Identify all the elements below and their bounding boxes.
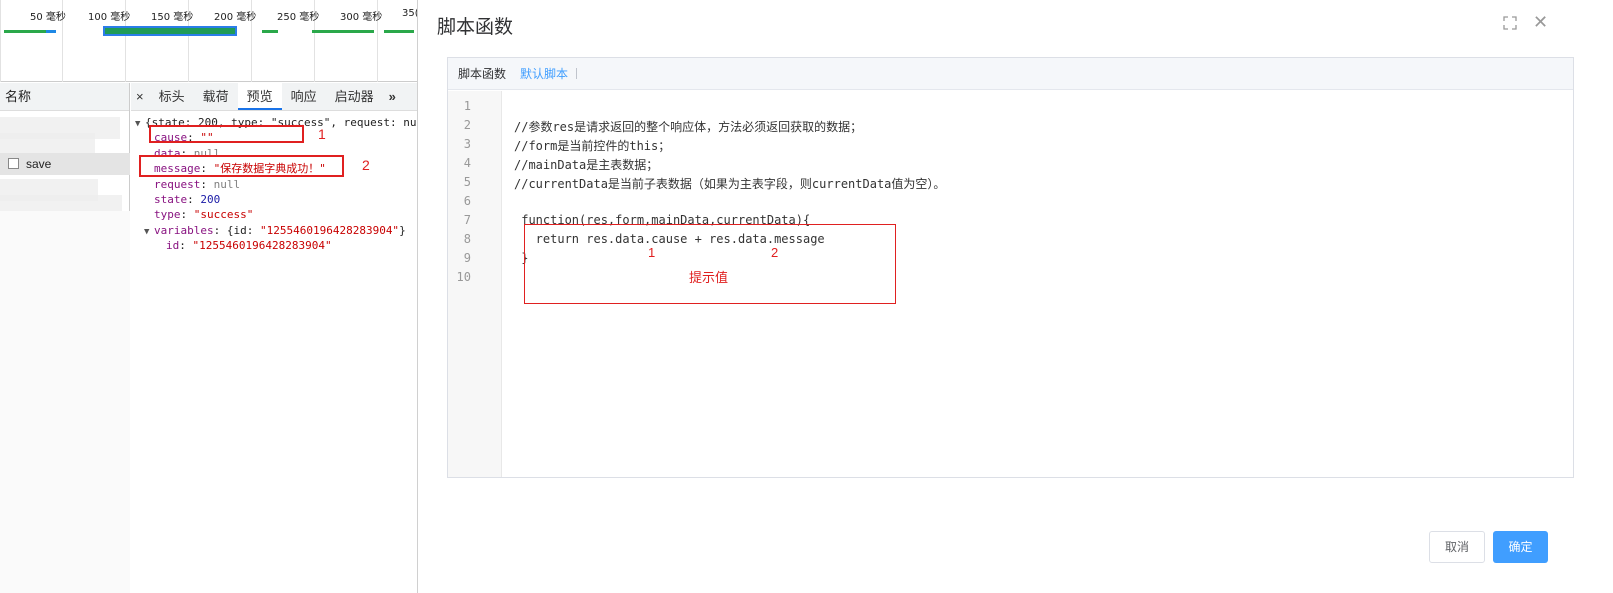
more-tabs-icon[interactable]: »: [383, 83, 402, 110]
timeline-tick-label: 100 毫秒: [88, 12, 131, 23]
tab-preview[interactable]: 预览: [237, 83, 282, 110]
network-timeline[interactable]: 50 毫秒 100 毫秒 150 毫秒 200 毫秒 250 毫秒 300 毫秒…: [0, 0, 418, 82]
tab-divider: [576, 68, 578, 79]
annotation-number: 2: [362, 157, 370, 173]
timeline-tick-label: 150 毫秒: [151, 12, 194, 23]
request-name-column: 名称 save: [0, 83, 130, 593]
timeline-tick-label: 300 毫秒: [340, 12, 383, 23]
tab-default-script[interactable]: 默认脚本: [520, 65, 568, 82]
annotation-number: 2: [771, 245, 779, 260]
line-number: 9: [463, 251, 471, 265]
timeline-tick-label: 50 毫秒: [30, 12, 66, 23]
tab-response[interactable]: 响应: [282, 83, 326, 110]
devtools-network-panel: 50 毫秒 100 毫秒 150 毫秒 200 毫秒 250 毫秒 300 毫秒…: [0, 0, 418, 593]
editor-tab-bar: 脚本函数 默认脚本: [448, 58, 1573, 90]
timeline-tick-label: 200 毫秒: [214, 12, 257, 23]
line-number: 7: [463, 213, 471, 227]
timeline-bar: [262, 30, 278, 33]
code-line: //参数res是请求返回的整个响应体，方法必须返回获取的数据；: [514, 120, 863, 134]
confirm-button[interactable]: 确定: [1493, 531, 1548, 563]
line-number: 5: [463, 175, 471, 189]
request-row-save[interactable]: save: [0, 153, 130, 175]
name-column-header[interactable]: 名称: [0, 83, 129, 111]
tab-payload[interactable]: 载荷: [194, 83, 238, 110]
json-row-request: request: null: [154, 177, 241, 191]
timeline-tick: [0, 0, 1, 82]
timeline-bar: [4, 30, 46, 33]
line-number: 1: [463, 99, 471, 113]
json-row-id: id: "1255460196428283904": [166, 239, 332, 253]
code-line: //form是当前控件的this；: [514, 139, 671, 153]
json-row-state: state: 200: [154, 192, 221, 206]
annotation-box-message: [139, 155, 344, 177]
line-number: 3: [463, 137, 471, 151]
request-detail-pane: × 标头 载荷 预览 响应 启动器 » ▼ {state: 200, type: …: [131, 83, 417, 593]
annotation-number: 1: [648, 245, 656, 260]
tab-script-function[interactable]: 脚本函数: [458, 65, 506, 82]
blurred-request-row[interactable]: [0, 133, 95, 155]
maximize-icon[interactable]: [1503, 16, 1517, 30]
timeline-bar: [312, 30, 374, 33]
json-row-variables[interactable]: ▼ variables: {id: "1255460196428283904"}: [135, 223, 417, 238]
timeline-selected-range[interactable]: [103, 26, 237, 36]
timeline-bar: [46, 30, 56, 33]
annotation-number: 1: [318, 126, 326, 142]
line-number: 2: [463, 118, 471, 132]
timeline-tick-label: 250 毫秒: [277, 12, 320, 23]
annotation-label: 提示值: [689, 270, 729, 285]
line-number-gutter: 1 2 3 4 5 6 7 8 9 10: [448, 91, 502, 477]
request-list-empty-area: [0, 211, 130, 593]
close-icon[interactable]: ✕: [1533, 12, 1548, 33]
dialog-title: 脚本函数: [437, 17, 514, 38]
line-number: 10: [456, 270, 471, 284]
line-number: 6: [463, 194, 471, 208]
tab-headers[interactable]: 标头: [150, 83, 194, 110]
detail-tab-bar: × 标头 载荷 预览 响应 启动器 »: [131, 83, 417, 111]
annotation-box-cause: [149, 125, 304, 143]
cancel-button[interactable]: 取消: [1429, 531, 1485, 563]
code-line: //currentData是当前子表数据（如果为主表字段，则currentDat…: [514, 177, 946, 191]
annotation-box-return: [524, 224, 896, 304]
script-function-dialog: 脚本函数 ✕ 脚本函数 默认脚本 1 2 3 4 5 6 7 8 9 10 //…: [419, 0, 1613, 593]
code-line: //mainData是主表数据；: [514, 158, 659, 172]
line-number: 8: [463, 232, 471, 246]
json-row-type: type: "success": [154, 208, 254, 222]
line-number: 4: [463, 156, 471, 170]
timeline-tick-label: 35(: [402, 8, 418, 19]
request-name: save: [26, 157, 52, 171]
timeline-bar: [384, 30, 414, 33]
close-detail-icon[interactable]: ×: [131, 83, 150, 110]
row-checkbox[interactable]: [8, 158, 19, 169]
tab-initiator[interactable]: 启动器: [326, 83, 383, 110]
